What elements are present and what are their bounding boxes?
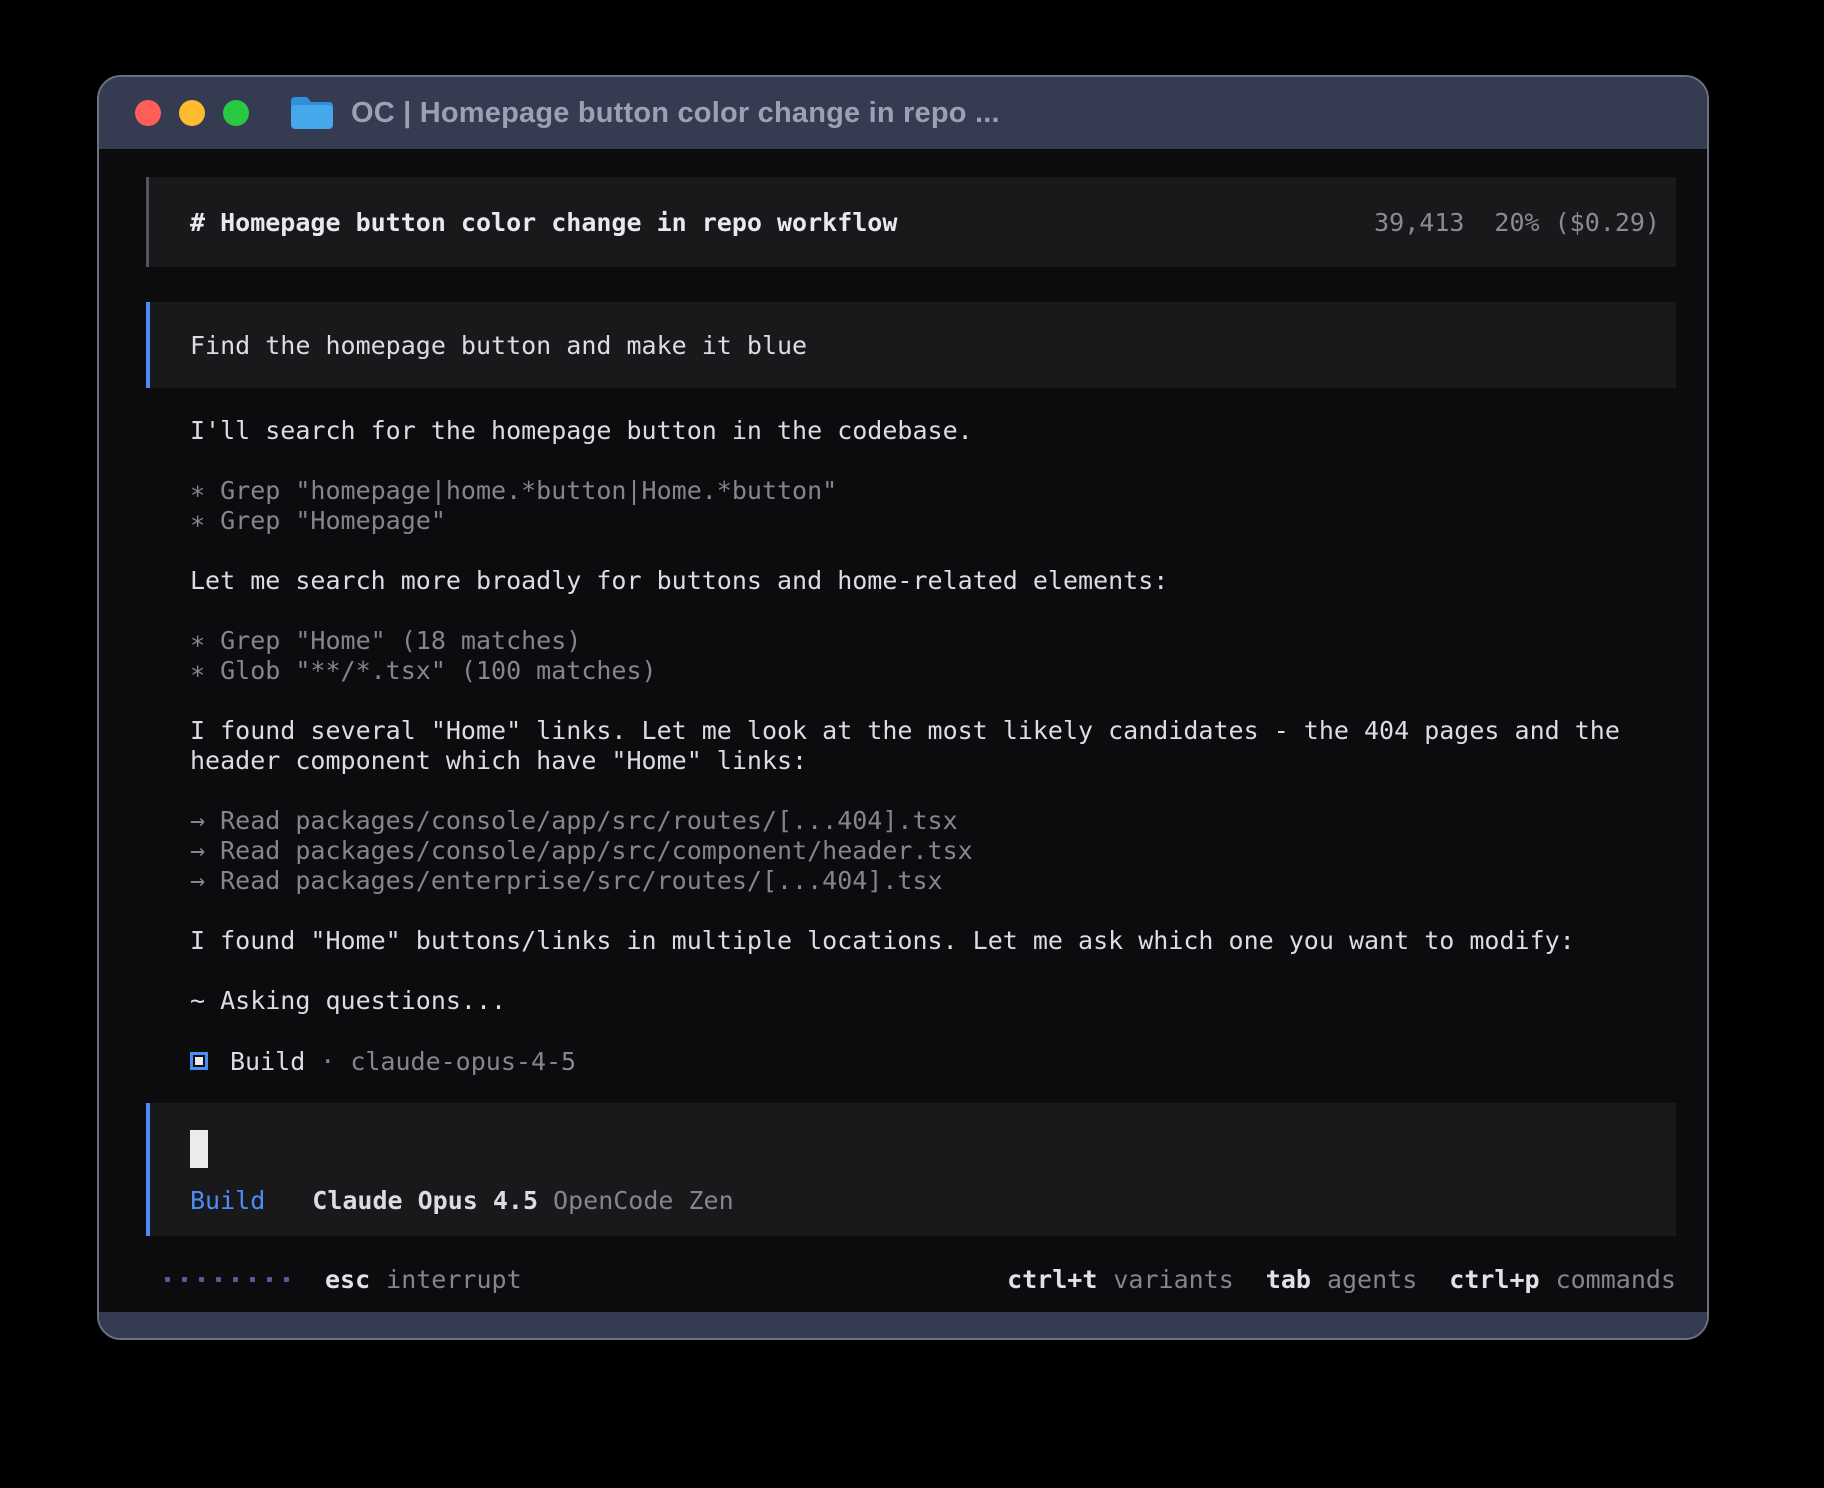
hint-commands: ctrl+p commands: [1449, 1265, 1676, 1294]
input-meta-row: Build Claude Opus 4.5 OpenCode Zen: [190, 1186, 1676, 1216]
tool-call-grep: ∗ Grep "homepage|home.*button|Home.*butt…: [190, 476, 1676, 506]
hint-agents: tab agents: [1266, 1265, 1417, 1294]
agent-name: Build: [230, 1047, 305, 1076]
user-message-text: Find the homepage button and make it blu…: [190, 331, 807, 360]
folder-icon: [289, 94, 335, 132]
text-cursor: [190, 1130, 208, 1168]
assistant-text: I found several "Home" links. Let me loo…: [190, 716, 1676, 776]
maximize-button[interactable]: [223, 100, 249, 126]
user-message: Find the homepage button and make it blu…: [146, 302, 1676, 388]
variants-key-hint: ctrl+t: [1007, 1265, 1097, 1294]
agents-key-hint: tab: [1266, 1265, 1311, 1294]
esc-key-hint: esc: [325, 1265, 370, 1294]
activity-spinner-icon: [165, 1277, 289, 1282]
tool-call-grep: ∗ Grep "Home" (18 matches): [190, 626, 1676, 656]
minimize-button[interactable]: [179, 100, 205, 126]
close-button[interactable]: [135, 100, 161, 126]
agents-label: agents: [1327, 1265, 1417, 1294]
window-titlebar[interactable]: OC | Homepage button color change in rep…: [99, 77, 1707, 149]
terminal-window: OC | Homepage button color change in rep…: [97, 75, 1709, 1340]
commands-label: commands: [1556, 1265, 1676, 1294]
assistant-text: I found "Home" buttons/links in multiple…: [190, 926, 1676, 956]
esc-action-label: interrupt: [386, 1265, 521, 1294]
token-count: 39,413: [1374, 208, 1464, 237]
assistant-text: Let me search more broadly for buttons a…: [190, 566, 1676, 596]
context-cost: 20% ($0.29): [1494, 208, 1660, 237]
commands-key-hint: ctrl+p: [1449, 1265, 1539, 1294]
model-label: Claude Opus 4.5: [312, 1186, 538, 1216]
terminal-content: # Homepage button color change in repo w…: [99, 149, 1707, 1312]
status-bar: esc interrupt ctrl+t variants tab agents…: [146, 1264, 1676, 1294]
session-title: # Homepage button color change in repo w…: [190, 208, 897, 237]
agent-model: claude-opus-4-5: [350, 1047, 576, 1076]
assistant-transcript: I'll search for the homepage button in t…: [190, 416, 1676, 1076]
status-right: ctrl+t variants tab agents ctrl+p comman…: [1007, 1265, 1676, 1294]
prompt-input[interactable]: Build Claude Opus 4.5 OpenCode Zen: [146, 1103, 1676, 1236]
status-left: esc interrupt: [165, 1265, 522, 1294]
tool-call-glob: ∗ Glob "**/*.tsx" (100 matches): [190, 656, 1676, 686]
provider-label: OpenCode Zen: [553, 1186, 734, 1216]
session-stats: 39,413 20% ($0.29): [1374, 208, 1660, 237]
agent-badge-icon: [190, 1052, 208, 1070]
agent-mode-label: Build: [190, 1186, 265, 1216]
assistant-text: I'll search for the homepage button in t…: [190, 416, 1676, 446]
hint-variants: ctrl+t variants: [1007, 1265, 1234, 1294]
window-bottom-bar: [99, 1312, 1707, 1338]
tool-call-read: → Read packages/console/app/src/componen…: [190, 836, 1676, 866]
tool-call-read: → Read packages/enterprise/src/routes/[.…: [190, 866, 1676, 896]
desktop: OC | Homepage button color change in rep…: [0, 0, 1824, 1488]
tool-call-read: → Read packages/console/app/src/routes/[…: [190, 806, 1676, 836]
window-title: OC | Homepage button color change in rep…: [351, 97, 1000, 130]
separator-dot: ·: [320, 1047, 335, 1076]
variants-label: variants: [1113, 1265, 1233, 1294]
session-header: # Homepage button color change in repo w…: [146, 177, 1676, 267]
working-status: ~ Asking questions...: [190, 986, 1676, 1016]
tool-call-grep: ∗ Grep "Homepage": [190, 506, 1676, 536]
agent-status-row: Build · claude-opus-4-5: [190, 1046, 1676, 1076]
